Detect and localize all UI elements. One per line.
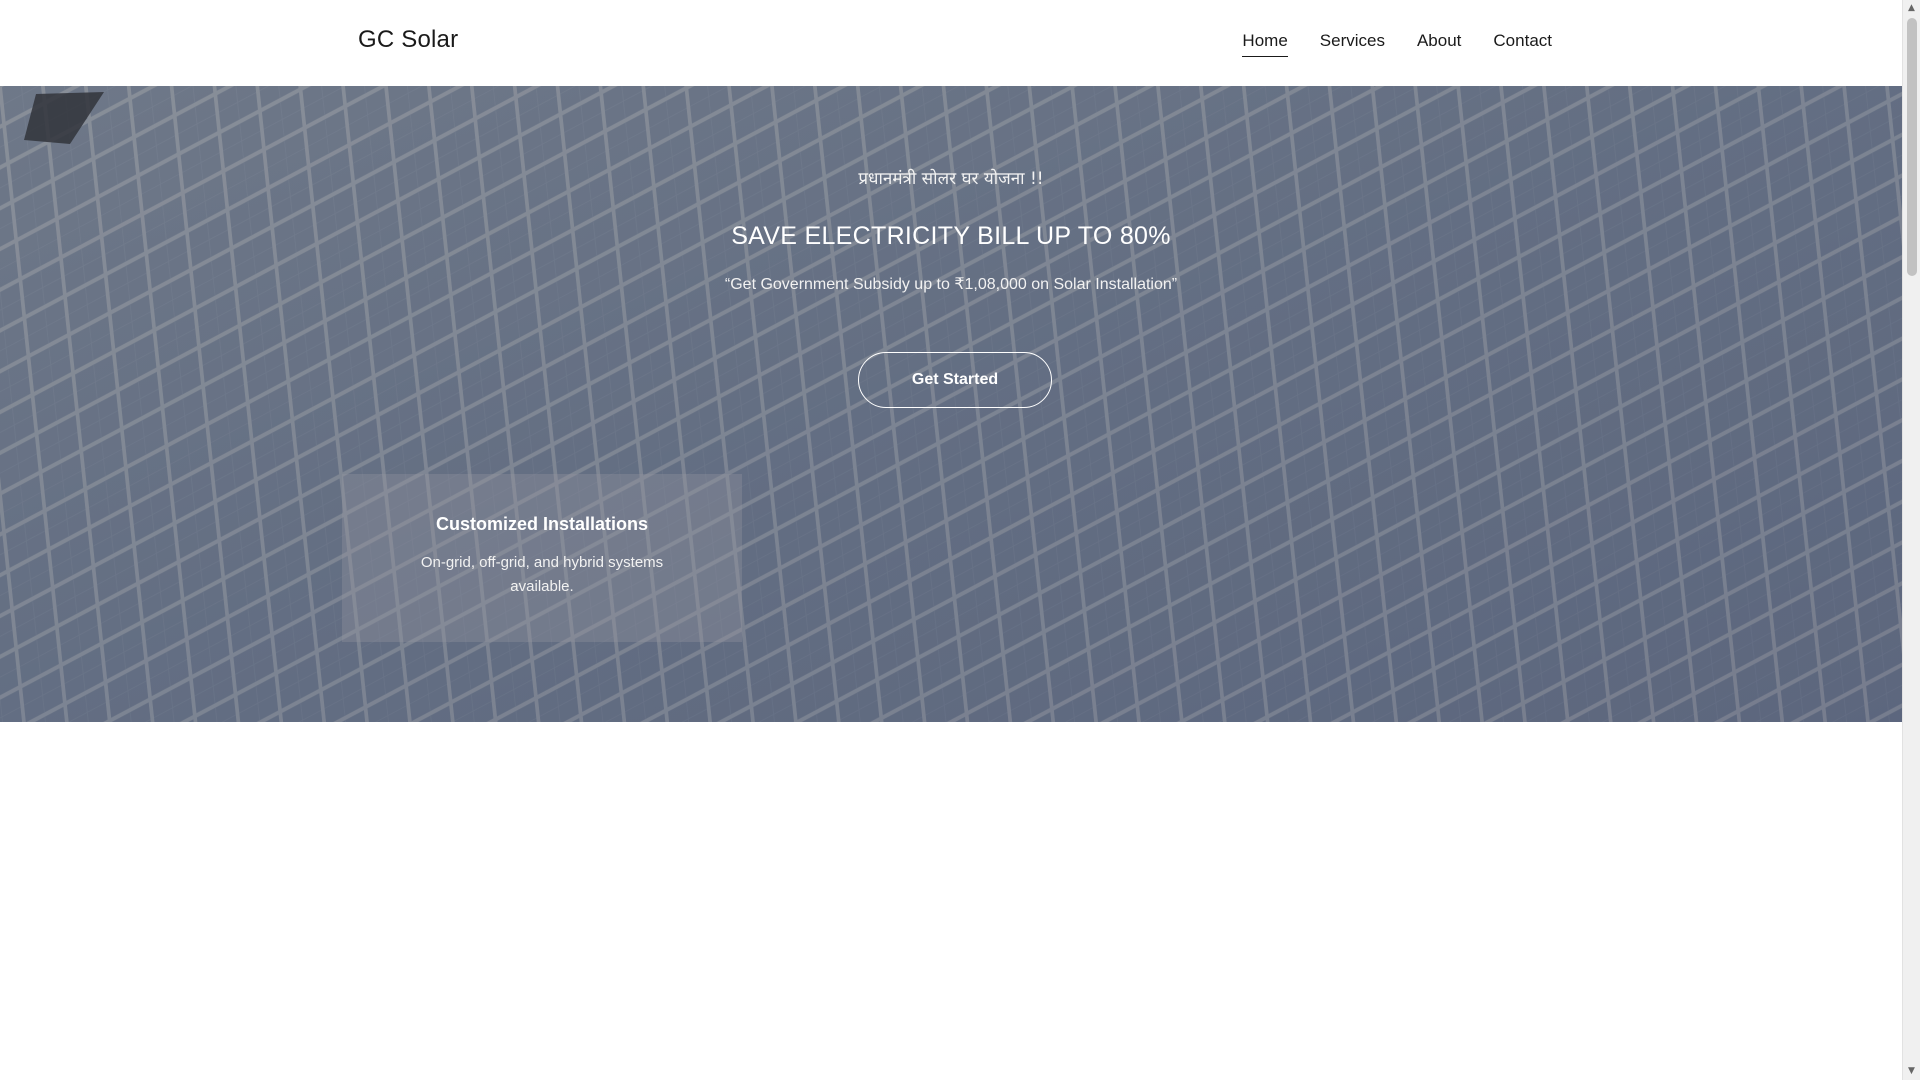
feature-title: Customized Installations: [435, 514, 649, 534]
hero-title: SAVE ELECTRICITY BILL UP TO 80%: [731, 222, 1171, 250]
hero-section: प्रधानमंत्री सोलर घर योजना !! SAVE ELECT…: [0, 86, 1902, 722]
main-nav: Home Services About Contact: [1242, 30, 1552, 57]
hero-kicker: प्रधानमंत्री सोलर घर योजना !!: [858, 169, 1044, 189]
page-scrollbar[interactable]: ▲ ▼: [1902, 0, 1920, 1080]
chevron-down-icon[interactable]: ▼: [1903, 1063, 1920, 1080]
chevron-up-icon[interactable]: ▲: [1903, 0, 1920, 17]
site-header: GC Solar Home Services About Contact: [0, 0, 1902, 86]
nav-link-home[interactable]: Home: [1242, 30, 1288, 57]
page: GC Solar Home Services About Contact प्र…: [0, 0, 1920, 1080]
scrollbar-thumb[interactable]: [1907, 18, 1917, 276]
nav-link-services[interactable]: Services: [1320, 30, 1385, 57]
get-started-button[interactable]: Get Started: [858, 352, 1052, 408]
brand-logo-text[interactable]: GC Solar: [358, 26, 458, 54]
nav-link-about[interactable]: About: [1417, 30, 1461, 57]
feature-text: On-grid, off-grid, and hybrid systems av…: [420, 554, 664, 595]
feature-card: Customized Installations On-grid, off-gr…: [342, 474, 742, 642]
hero-subtitle: “Get Government Subsidy up to ₹1,08,000 …: [724, 276, 1178, 293]
nav-link-contact[interactable]: Contact: [1493, 30, 1552, 57]
